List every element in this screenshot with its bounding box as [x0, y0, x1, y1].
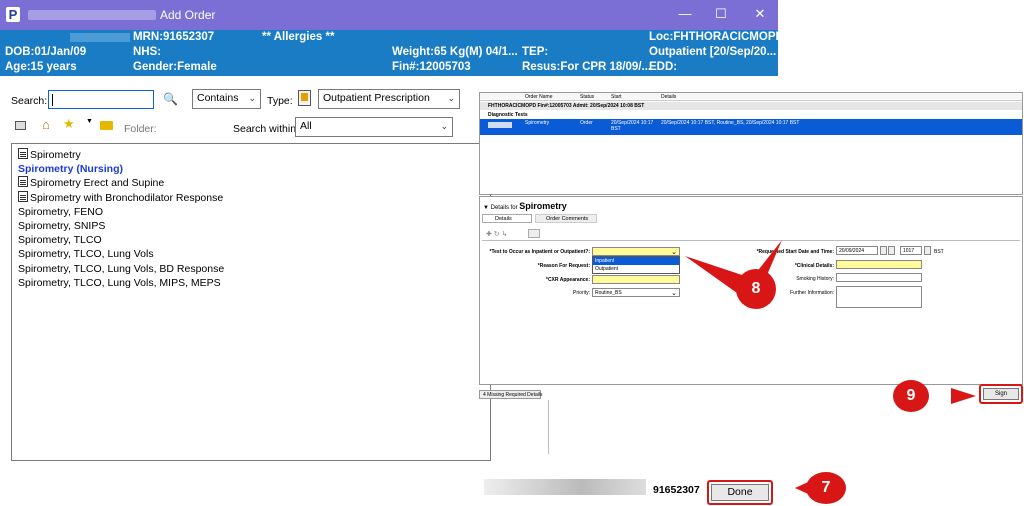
step-badge-9: 9	[893, 380, 929, 412]
step-badge-8: 8	[736, 269, 776, 309]
arrow-9	[951, 388, 976, 404]
annotation-arrows	[685, 240, 976, 498]
step-badge-7: 7	[806, 472, 846, 504]
